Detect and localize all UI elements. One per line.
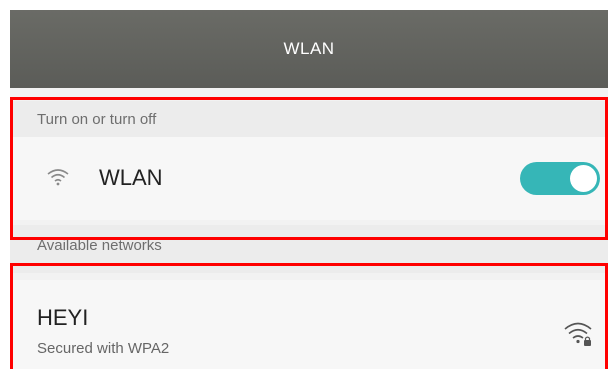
wifi-icon	[47, 169, 69, 186]
network-item-heyi[interactable]: HEYI Secured with WPA2	[10, 280, 608, 369]
wlan-label: WLAN	[99, 165, 163, 190]
settings-screen: WLAN Turn on or turn off WLAN Available …	[10, 10, 608, 369]
network-name: HEYI	[37, 305, 89, 330]
page-title: WLAN	[283, 39, 335, 58]
wifi-lock-icon	[564, 322, 592, 346]
section-header-networks: Available networks	[10, 225, 608, 273]
wlan-toggle-row[interactable]: WLAN	[10, 137, 608, 220]
wlan-toggle-switch[interactable]	[520, 162, 600, 195]
toggle-knob	[570, 165, 597, 192]
title-bar: WLAN	[10, 10, 608, 88]
network-security: Secured with WPA2	[37, 340, 170, 357]
section-header-toggle: Turn on or turn off	[10, 101, 608, 137]
